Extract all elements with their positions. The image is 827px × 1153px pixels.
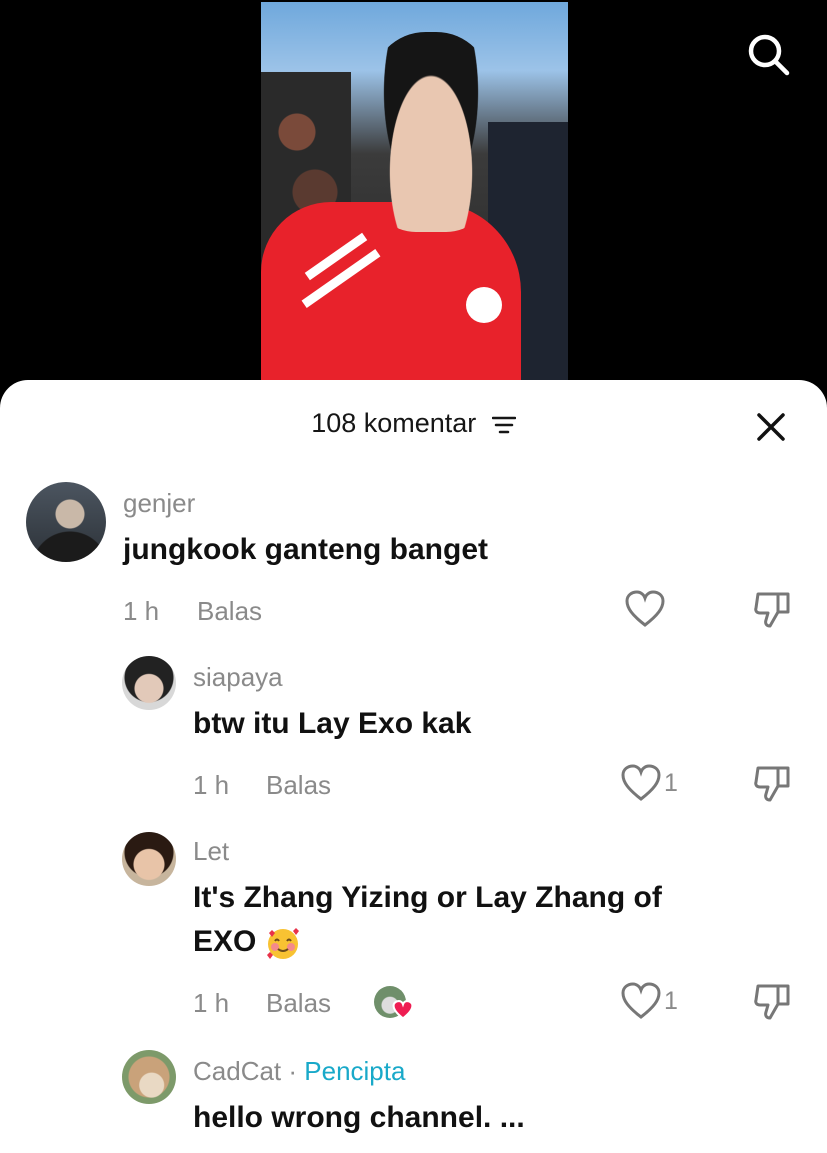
comment-username[interactable]: siapaya xyxy=(193,662,283,693)
comment-text: jungkook ganteng banget xyxy=(123,533,488,566)
comment-count: 108 komentar xyxy=(311,408,477,438)
filter-icon[interactable] xyxy=(491,415,516,435)
avatar[interactable] xyxy=(26,482,106,562)
like-button[interactable] xyxy=(624,590,666,628)
comment-text: btw itu Lay Exo kak xyxy=(193,707,472,740)
person-head xyxy=(371,32,491,232)
like-button[interactable]: 1 xyxy=(620,982,678,1020)
reply-button[interactable]: Balas xyxy=(266,770,331,801)
comment-item: siapaya btw itu Lay Exo kak 1 h Balas 1 xyxy=(0,654,827,814)
heart-icon xyxy=(621,764,661,801)
search-icon[interactable] xyxy=(744,30,792,78)
reply-button[interactable]: Balas xyxy=(266,988,331,1019)
comment-username[interactable]: genjer xyxy=(123,488,195,519)
comment-text[interactable]: hello wrong channel. ... xyxy=(193,1096,525,1140)
comment-time: 1 h xyxy=(123,596,160,626)
comment-text-line: It's Zhang Yizing or Lay Zhang of xyxy=(193,881,662,914)
comments-header: 108 komentar xyxy=(0,408,827,439)
comment-username: CadCat · Pencipta xyxy=(193,1056,405,1087)
jacket-badge xyxy=(466,287,502,323)
comment-time: 1 h xyxy=(193,770,230,800)
comments-sheet: 108 komentar genjer jungkook ganteng ban… xyxy=(0,380,827,1153)
creator-username[interactable]: CadCat xyxy=(193,1056,281,1086)
heart-icon xyxy=(392,1000,414,1020)
like-button[interactable]: 1 xyxy=(620,764,678,802)
like-count: 1 xyxy=(664,986,678,1015)
avatar[interactable] xyxy=(122,832,176,886)
comment-item: Let It's Zhang Yizing or Lay Zhang of EX… xyxy=(0,828,827,1038)
close-icon[interactable] xyxy=(752,408,790,446)
creator-label: Pencipta xyxy=(304,1056,406,1086)
avatar[interactable] xyxy=(122,1050,176,1104)
thumbs-down-icon[interactable] xyxy=(752,590,794,630)
video-thumbnail xyxy=(261,2,568,382)
comment-time: 1 h xyxy=(193,988,230,1018)
comment-text-word: EXO xyxy=(193,925,257,958)
creator-liked-badge xyxy=(374,986,416,1024)
comment-text: It's Zhang Yizing or Lay Zhang of EXO xyxy=(193,876,662,964)
smiling-face-with-hearts-emoji xyxy=(266,928,299,960)
comment-item: CadCat · Pencipta hello wrong channel. .… xyxy=(0,1048,827,1153)
video-player[interactable] xyxy=(0,0,827,400)
thumbs-down-icon[interactable] xyxy=(752,764,794,804)
comment-username[interactable]: Let xyxy=(193,836,229,867)
comment-text-line: EXO xyxy=(193,920,662,964)
like-count: 1 xyxy=(664,768,678,797)
heart-icon xyxy=(625,590,665,627)
reply-button[interactable]: Balas xyxy=(197,596,262,627)
avatar[interactable] xyxy=(122,656,176,710)
heart-icon xyxy=(621,982,661,1019)
thumbs-down-icon[interactable] xyxy=(752,982,794,1022)
name-separator: · xyxy=(281,1056,305,1086)
comment-item: genjer jungkook ganteng banget 1 h Balas xyxy=(0,480,827,640)
